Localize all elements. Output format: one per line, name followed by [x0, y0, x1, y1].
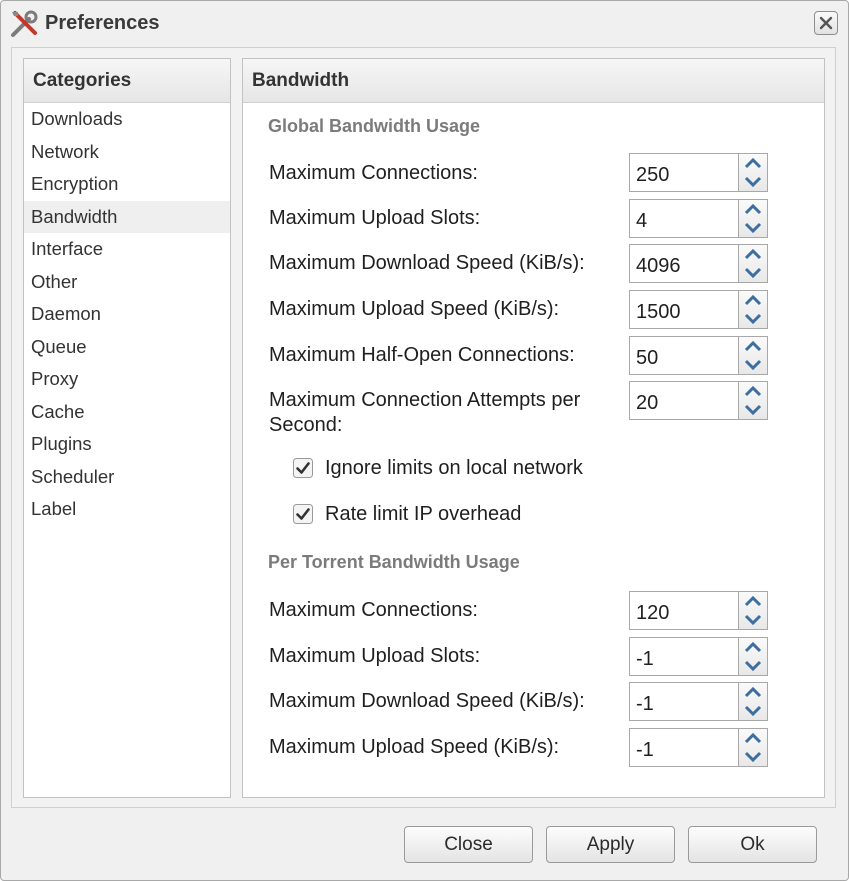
global-max-upload-slots-input[interactable]: [629, 199, 738, 238]
category-item-other[interactable]: Other: [24, 266, 230, 299]
preferences-window: Preferences Categories Downloads Network…: [0, 0, 849, 881]
global-max-download-speed-input[interactable]: [629, 244, 738, 283]
torrent-max-connections-spinner: [629, 591, 768, 630]
bandwidth-header: Bandwidth: [243, 59, 824, 103]
torrent-max-download-speed-spinner: [629, 682, 768, 721]
spin-up-arrow-icon[interactable]: [739, 683, 767, 701]
category-item-network[interactable]: Network: [24, 136, 230, 169]
spin-down-arrow-icon[interactable]: [739, 401, 767, 419]
checkmark-icon[interactable]: [293, 458, 313, 478]
global-max-upload-speed-input[interactable]: [629, 290, 738, 329]
spinner-buttons: [738, 637, 768, 676]
spinner-buttons: [738, 244, 768, 283]
spin-up-arrow-icon[interactable]: [739, 638, 767, 656]
close-button[interactable]: Close: [404, 826, 533, 863]
ok-button[interactable]: Ok: [688, 826, 817, 863]
spin-up-arrow-icon[interactable]: [739, 592, 767, 610]
spin-down-arrow-icon[interactable]: [739, 173, 767, 191]
global-bandwidth-title: Global Bandwidth Usage: [268, 116, 481, 136]
spinner-buttons: [738, 591, 768, 630]
category-item-daemon[interactable]: Daemon: [24, 298, 230, 331]
spin-down-arrow-icon[interactable]: [739, 219, 767, 237]
global-max-connections-label: Maximum Connections:: [269, 162, 478, 184]
torrent-max-upload-speed-label: Maximum Upload Speed (KiB/s):: [269, 736, 560, 758]
spin-up-arrow-icon[interactable]: [739, 382, 767, 400]
torrent-max-upload-slots-input[interactable]: [629, 637, 738, 676]
spin-down-arrow-icon[interactable]: [739, 611, 767, 629]
torrent-max-upload-speed-input[interactable]: [629, 728, 738, 767]
global-max-half-open-label: Maximum Half-Open Connections:: [269, 344, 575, 366]
category-item-bandwidth[interactable]: Bandwidth: [24, 200, 230, 233]
spin-up-arrow-icon[interactable]: [739, 729, 767, 747]
spinner-buttons: [738, 199, 768, 238]
global-max-connections-spinner: [629, 153, 768, 192]
global-max-connection-attempts-spinner: [629, 381, 768, 420]
global-max-upload-speed-spinner: [629, 290, 768, 329]
spin-down-arrow-icon[interactable]: [739, 748, 767, 766]
categories-header: Categories: [24, 59, 230, 103]
categories-panel: Categories Downloads Network Encryption …: [23, 58, 231, 798]
category-item-label[interactable]: Label: [24, 493, 230, 526]
spin-down-arrow-icon[interactable]: [739, 310, 767, 328]
spin-up-arrow-icon[interactable]: [739, 154, 767, 172]
spinner-buttons: [738, 153, 768, 192]
category-item-queue[interactable]: Queue: [24, 331, 230, 364]
global-max-half-open-input[interactable]: [629, 336, 738, 375]
spinner-buttons: [738, 381, 768, 420]
ignore-local-limits-label: Ignore limits on local network: [325, 457, 583, 479]
torrent-max-download-speed-input[interactable]: [629, 682, 738, 721]
global-max-download-speed-spinner: [629, 244, 768, 283]
apply-button[interactable]: Apply: [546, 826, 675, 863]
close-icon[interactable]: [814, 11, 838, 35]
rate-limit-ip-overhead-label: Rate limit IP overhead: [325, 503, 522, 525]
spin-down-arrow-icon[interactable]: [739, 356, 767, 374]
per-torrent-bandwidth-title: Per Torrent Bandwidth Usage: [268, 552, 520, 572]
spin-down-arrow-icon[interactable]: [739, 657, 767, 675]
torrent-max-connections-label: Maximum Connections:: [269, 599, 478, 621]
torrent-max-connections-input[interactable]: [629, 591, 738, 630]
tools-icon: [9, 9, 39, 39]
global-max-upload-slots-label: Maximum Upload Slots:: [269, 207, 481, 229]
global-max-upload-slots-spinner: [629, 199, 768, 238]
global-max-upload-speed-label: Maximum Upload Speed (KiB/s):: [269, 298, 560, 320]
checkmark-icon[interactable]: [293, 504, 313, 524]
global-max-download-speed-label: Maximum Download Speed (KiB/s):: [269, 252, 585, 274]
torrent-max-upload-slots-spinner: [629, 637, 768, 676]
spin-down-arrow-icon[interactable]: [739, 264, 767, 282]
torrent-max-upload-slots-label: Maximum Upload Slots:: [269, 645, 481, 667]
spin-up-arrow-icon[interactable]: [739, 291, 767, 309]
global-max-connection-attempts-input[interactable]: [629, 381, 738, 420]
bandwidth-panel: Bandwidth Global Bandwidth Usage Maximum…: [242, 58, 825, 798]
spin-up-arrow-icon[interactable]: [739, 245, 767, 263]
spinner-buttons: [738, 682, 768, 721]
window-title: Preferences: [45, 12, 160, 34]
title-bar: Preferences: [1, 1, 848, 45]
category-item-encryption[interactable]: Encryption: [24, 168, 230, 201]
torrent-max-download-speed-label: Maximum Download Speed (KiB/s):: [269, 690, 585, 712]
spinner-buttons: [738, 290, 768, 329]
global-max-connections-input[interactable]: [629, 153, 738, 192]
spin-up-arrow-icon[interactable]: [739, 200, 767, 218]
category-item-interface[interactable]: Interface: [24, 233, 230, 266]
category-item-cache[interactable]: Cache: [24, 396, 230, 429]
torrent-max-upload-speed-spinner: [629, 728, 768, 767]
spinner-buttons: [738, 728, 768, 767]
categories-list: Downloads Network Encryption Bandwidth I…: [24, 103, 230, 526]
global-max-connection-attempts-label: Maximum Connection Attempts per Second:: [269, 389, 581, 436]
category-item-scheduler[interactable]: Scheduler: [24, 461, 230, 494]
spin-down-arrow-icon[interactable]: [739, 702, 767, 720]
spinner-buttons: [738, 336, 768, 375]
global-max-half-open-spinner: [629, 336, 768, 375]
spin-up-arrow-icon[interactable]: [739, 337, 767, 355]
category-item-downloads[interactable]: Downloads: [24, 103, 230, 136]
category-item-plugins[interactable]: Plugins: [24, 428, 230, 461]
category-item-proxy[interactable]: Proxy: [24, 363, 230, 396]
